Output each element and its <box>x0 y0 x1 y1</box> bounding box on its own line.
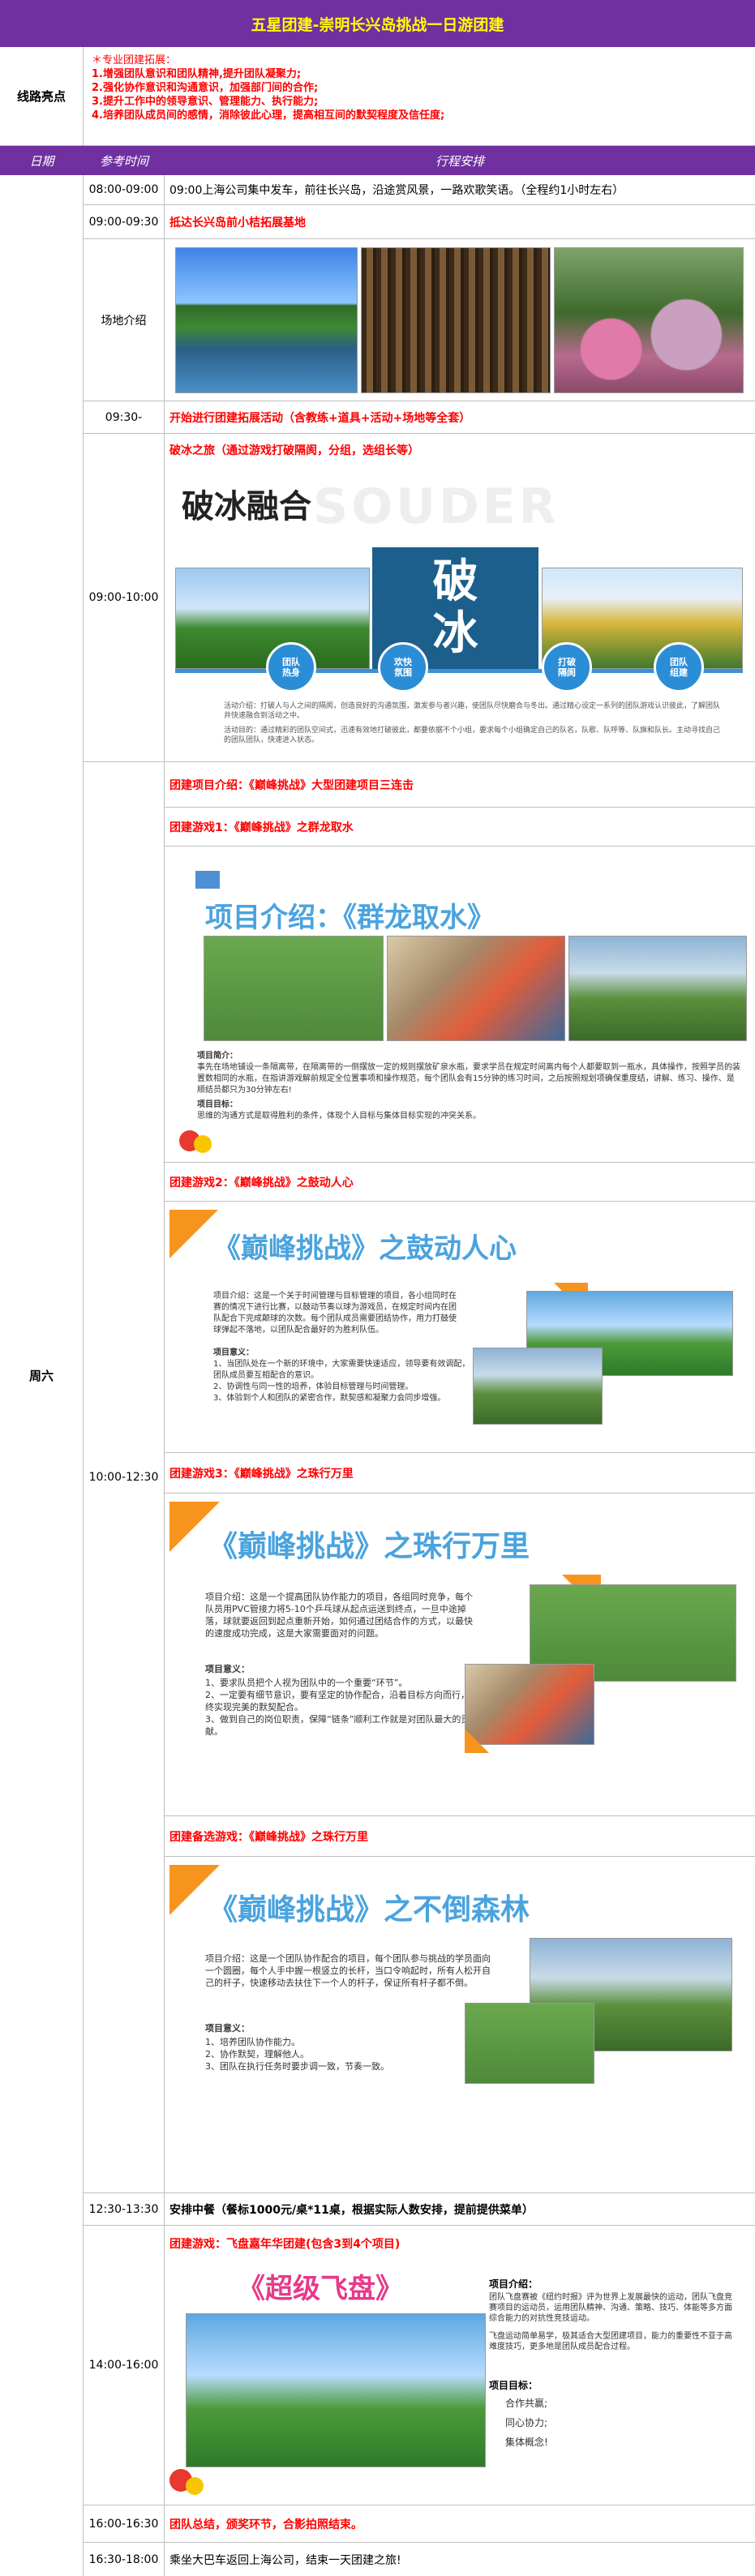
game1-panel: 项目介绍：《群龙取水》 项目简介： 事先在场地铺设一条隔离带，在隔离带的一侧摆放… <box>165 847 755 1163</box>
game3-text: 项目介绍：这是一个提高团队协作能力的项目，各组同时竞争，每个队员用PVC管接力将… <box>205 1592 473 1639</box>
schedule-cell: 乘坐大巴车返回上海公司，结束一天团建之旅! <box>169 2553 401 2567</box>
game2-photo-2 <box>473 1348 603 1425</box>
time-cell: 16:30-18:00 <box>84 2543 165 2576</box>
badge-atmosphere: 欢快 氛围 <box>378 642 428 692</box>
game1-intro-label: 项目简介： <box>197 1052 238 1061</box>
highlight-item: 3.提升工作中的领导意识、管理能力、执行能力; <box>92 96 319 108</box>
venue-photo-lake <box>175 247 358 393</box>
game1-intro: 事先在场地铺设一条隔离带，在隔离带的一侧摆放一定的规则摆放矿泉水瓶，要求学员在规… <box>197 1063 740 1095</box>
deco-dot <box>194 1135 212 1153</box>
game1-title: 项目介绍：《群龙取水》 <box>205 902 495 934</box>
time-cell: 08:00-09:00 <box>84 175 165 205</box>
game3-meaning: 1、要求队员把个人视为团队中的一个重要“环节”。 2、一定要有细节意识，要有坚定… <box>205 1678 478 1737</box>
game4-title: 《巅峰挑战》之不倒森林 <box>208 1893 530 1927</box>
table-header: 日期 参考时间 行程安排 <box>0 146 755 175</box>
game3-panel: 《巅峰挑战》之珠行万里 项目介绍：这是一个提高团队协作能力的项目，各组同时竞争，… <box>165 1494 755 1816</box>
game2-meaning: 1、当团队处在一个新的环境中，大家需要快速适应，领导要有效调配，团队成员要互相配… <box>213 1360 470 1403</box>
game2-text: 项目介绍：这是一个关于时间管理与目标管理的项目，各小组同时在赛的情况下进行比赛，… <box>213 1292 457 1335</box>
frisbee-photo <box>186 2313 486 2467</box>
watermark: SOUDER <box>313 478 560 535</box>
deco-corner <box>169 1210 218 1258</box>
deco-dot <box>186 2477 204 2495</box>
venue-photos-cell <box>165 239 755 401</box>
frisbee-title: 《超级飞盘》 <box>238 2273 403 2305</box>
game1-photo-2 <box>387 936 565 1041</box>
highlight-item: 1.增强团队意识和团队精神,提升团队凝聚力; <box>92 68 302 80</box>
header-schedule: 行程安排 <box>435 153 484 169</box>
game2-meaning-label: 项目意义： <box>213 1348 254 1357</box>
game3-meaning-label: 项目意义： <box>205 1664 250 1674</box>
game4-meaning-label: 项目意义： <box>205 2023 250 2034</box>
frisbee-intro: 团队飞盘赛被《纽约时报》评为世界上发展最快的运动，团队飞盘竞赛项目的运动员，运用… <box>489 2293 732 2323</box>
icebreak-panel: 破冰融合 SOUDER 破 冰 团队 热身 欢快 氛围 打破 隔阂 团队 组建 … <box>175 470 743 754</box>
time-cell: 10:00-12:30 <box>84 762 165 2193</box>
game1-goal-label: 项目目标： <box>197 1100 238 1109</box>
game4-meaning: 1、培养团队协作能力。 2、协作默契，理解他人。 3、团队在执行任务时要步调一致… <box>205 2037 389 2072</box>
badge-team-building: 团队 组建 <box>654 642 704 692</box>
schedule-cell: 团队总结，颁奖环节，合影拍照结束。 <box>165 2505 755 2543</box>
bingo-char: 冰 <box>432 607 478 660</box>
time-cell: 12:30-13:30 <box>84 2193 165 2226</box>
time-cell: 09:00-09:30 <box>84 205 165 239</box>
game4-text: 项目介绍：这是一个团队协作配合的项目，每个团队参与挑战的学员面向一个圆圈，每个人… <box>205 1953 491 1988</box>
game4-photo-2 <box>465 2003 594 2084</box>
game2-header: 团建游戏2：《巅峰挑战》之鼓动人心 <box>165 1163 755 1202</box>
highlights-box: ＊专业团建拓展： 1.增强团队意识和团队精神,提升团队凝聚力; 2.强化协作意识… <box>84 47 755 146</box>
header-date: 日期 <box>29 153 54 169</box>
schedule-cell: 09:00上海公司集中发车，前往长兴岛，沿途赏风景，一路欢歌笑语。（全程约1小时… <box>165 175 755 205</box>
venue-photo-flowers <box>554 247 744 393</box>
schedule-cell: 安排中餐（餐标1000元/桌*11桌，根据实际人数安排，提前提供菜单） <box>165 2193 755 2226</box>
game3-header: 团建游戏3：《巅峰挑战》之珠行万里 <box>165 1453 755 1494</box>
frisbee-heading: 团建游戏：飞盘嘉年华团建(包含3到4个项目) <box>169 2238 401 2251</box>
project-cell: 团建项目介绍：《巅峰挑战》大型团建项目三连击 团建游戏1：《巅峰挑战》之群龙取水… <box>165 762 755 2193</box>
deco-corner <box>465 1729 489 1753</box>
venue-photo-forest <box>361 247 551 393</box>
time-cell: 场地介绍 <box>84 239 165 401</box>
game4-panel: 《巅峰挑战》之不倒森林 项目介绍：这是一个团队协作配合的项目，每个团队参与挑战的… <box>165 1857 755 2193</box>
page-title: 五星团建-崇明长兴岛挑战一日游团建 <box>0 0 755 47</box>
frisbee-intro-2: 飞盘运动简单易学，极其适合大型团建项目，能力的重要性不亚于高难度技巧，更多地是团… <box>489 2332 732 2351</box>
frisbee-goal: 合作共赢; <box>505 2398 548 2409</box>
time-cell: 09:30- <box>84 401 165 434</box>
time-cell: 14:00-16:00 <box>84 2226 165 2505</box>
highlights-label: 线路亮点 <box>0 47 84 146</box>
frisbee-cell: 团建游戏：飞盘嘉年华团建(包含3到4个项目) 《超级飞盘》 项目介绍： 团队飞盘… <box>165 2226 755 2505</box>
project-header: 团建项目介绍：《巅峰挑战》大型团建项目三连击 <box>165 762 755 808</box>
game3-title: 《巅峰挑战》之珠行万里 <box>208 1530 530 1563</box>
frisbee-goal: 集体概念! <box>505 2437 548 2448</box>
highlights-heading: ＊专业团建拓展： <box>92 54 177 66</box>
bingo-char: 破 <box>432 555 478 608</box>
schedule-cell: 抵达长兴岛前小桔拓展基地 <box>165 205 755 239</box>
game1-photo-1 <box>204 936 384 1041</box>
time-cell: 16:00-16:30 <box>84 2505 165 2543</box>
game1-photo-3 <box>568 936 747 1041</box>
icebreak-title: 破冰融合 <box>182 488 311 525</box>
icebreak-heading: 破冰之旅（通过游戏打破隔阂，分组，选组长等） <box>169 444 419 457</box>
schedule-sheet: 五星团建-崇明长兴岛挑战一日游团建 线路亮点 ＊专业团建拓展： 1.增强团队意识… <box>0 0 755 2576</box>
frisbee-goal-label: 项目目标： <box>489 2380 538 2391</box>
icebreak-caption-1: 活动介绍：打破人与人之间的隔阂，创造良好的沟通氛围，激发参与者兴趣，使团队尽快磨… <box>224 702 721 720</box>
time-cell: 09:00-10:00 <box>84 434 165 762</box>
highlight-item: 4.培养团队成员间的感情，消除彼此心理，提高相互间的默契程度及信任度; <box>92 109 445 122</box>
schedule-cell: 开始进行团建拓展活动（含教练+道具+活动+场地等全套） <box>165 401 755 434</box>
frisbee-intro-label: 项目介绍： <box>489 2278 538 2290</box>
game2-panel: 《巅峰挑战》之鼓动人心 项目介绍：这是一个关于时间管理与目标管理的项目，各小组同… <box>165 1202 755 1453</box>
icebreak-caption-2: 活动目的：通过精彩的团队空间式，迅速有效地打破彼此，都要依据不个小组，要求每个小… <box>224 727 721 744</box>
game1-goal: 思维的沟通方式是取得胜利的条件，体现个人目标与集体目标实现的冲突关系。 <box>197 1112 481 1121</box>
game4-header: 团建备选游戏：《巅峰挑战》之珠行万里 <box>165 1816 755 1857</box>
icebreak-cell: 破冰之旅（通过游戏打破隔阂，分组，选组长等） 破冰融合 SOUDER 破 冰 团… <box>165 434 755 762</box>
frisbee-goal: 同心协力; <box>505 2417 548 2428</box>
game2-title: 《巅峰挑战》之鼓动人心 <box>213 1232 517 1265</box>
badge-break-barrier: 打破 隔阂 <box>542 642 592 692</box>
highlight-item: 2.强化协作意识和沟通意识，加强部门间的合作; <box>92 82 319 94</box>
game1-header: 团建游戏1：《巅峰挑战》之群龙取水 <box>165 808 755 847</box>
day-label: 周六 <box>0 175 84 2576</box>
header-time: 参考时间 <box>99 153 148 169</box>
badge-warmup: 团队 热身 <box>266 642 316 692</box>
deco-rect <box>195 871 220 889</box>
